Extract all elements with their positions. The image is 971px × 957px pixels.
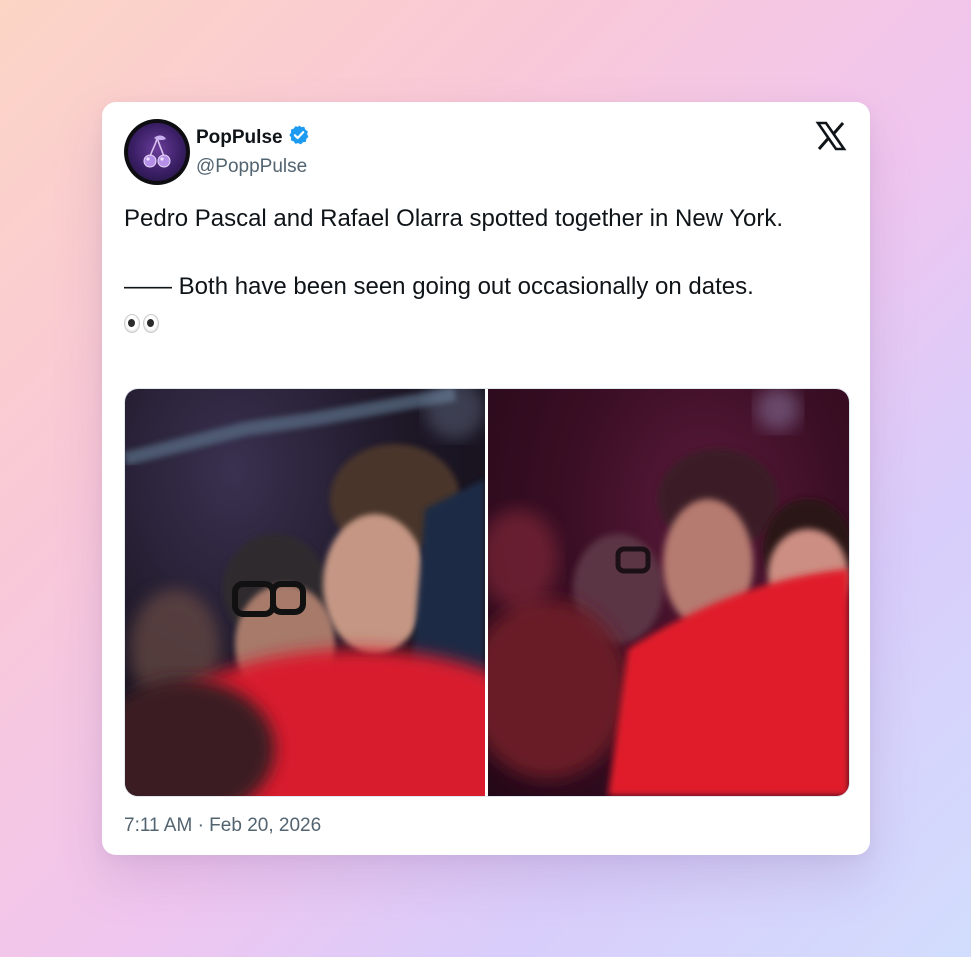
- author-display-name[interactable]: PopPulse: [196, 127, 283, 149]
- cherry-icon: [128, 123, 186, 181]
- photo-right[interactable]: [488, 389, 849, 796]
- author-avatar[interactable]: [124, 119, 190, 185]
- author-handle[interactable]: @PoppPulse: [196, 156, 307, 178]
- verified-badge-icon: [288, 124, 310, 151]
- tweet-text-line2: —— Both have been seen going out occasio…: [124, 273, 754, 300]
- tweet-text-line1: Pedro Pascal and Rafael Olarra spotted t…: [124, 205, 784, 232]
- tweet-card: PopPulse @PoppPulse Pedro Pascal and Raf…: [102, 102, 870, 855]
- eyes-emoji-icon: [124, 314, 159, 334]
- x-logo-icon[interactable]: [815, 120, 847, 152]
- tweet-timestamp[interactable]: 7:11 AM · Feb 20, 2026: [124, 815, 321, 837]
- author-name-row: PopPulse: [196, 124, 310, 151]
- tweet-text: Pedro Pascal and Rafael Olarra spotted t…: [124, 202, 854, 338]
- tweet-media[interactable]: [124, 388, 850, 797]
- photo-left[interactable]: [125, 389, 485, 796]
